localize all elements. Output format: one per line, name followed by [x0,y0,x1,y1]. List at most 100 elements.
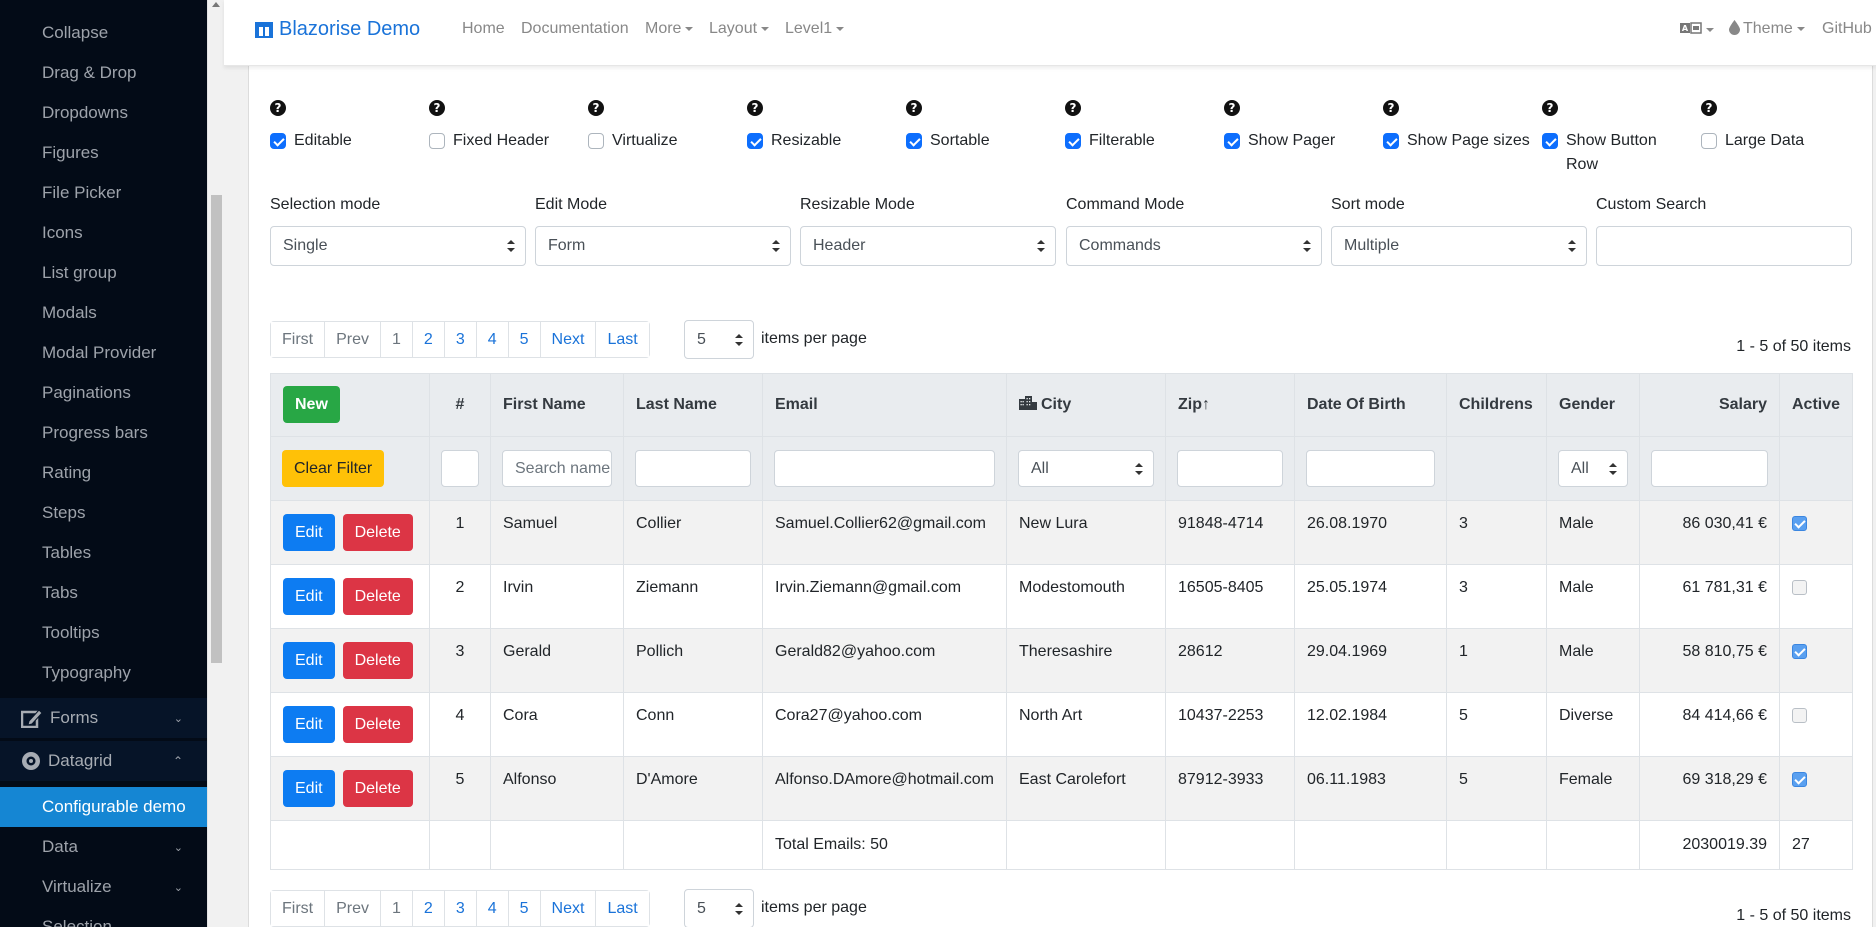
fixed-header-checkbox[interactable] [429,133,445,149]
pager-last[interactable]: Last [595,322,649,357]
pager-page-2[interactable]: 2 [411,322,444,357]
show-page-sizes-checkbox[interactable] [1383,133,1399,149]
sidebar-item-typography[interactable]: Typography [0,653,207,693]
pager-page-5[interactable]: 5 [507,891,540,926]
filter-salary-input[interactable] [1651,450,1768,487]
scrollbar-thumb[interactable] [211,195,222,663]
table-row[interactable]: Edit Delete 3 Gerald Pollich Gerald82@yahoo.c… [270,628,1853,693]
help-icon[interactable]: ? [1224,100,1240,116]
pager-page-1[interactable]: 1 [380,891,412,926]
show-pager-checkbox[interactable] [1224,133,1240,149]
delete-button[interactable]: Delete [342,770,413,807]
delete-button[interactable]: Delete [342,514,413,551]
sidebar-item-icons[interactable]: Icons [0,213,207,253]
sidebar-item-dropdowns[interactable]: Dropdowns [0,93,207,133]
pager-prev[interactable]: Prev [324,891,381,926]
sidebar-item-data[interactable]: Data ⌄ [0,827,207,867]
nav-level1[interactable]: Level1 [785,20,845,38]
sidebar-item-modals[interactable]: Modals [0,293,207,333]
sidebar-item-configurable-demo[interactable]: Configurable demo [0,787,207,827]
sidebar-group-forms[interactable]: Forms ⌄ [0,698,207,738]
pager-page-3[interactable]: 3 [443,322,476,357]
help-icon[interactable]: ? [588,100,604,116]
help-icon[interactable]: ? [270,100,286,116]
column-header-childrens[interactable]: Childrens [1446,373,1547,437]
new-button[interactable]: New [283,386,340,423]
delete-button[interactable]: Delete [342,706,413,743]
delete-button[interactable]: Delete [342,642,413,679]
clear-filter-button[interactable]: Clear Filter [282,450,385,487]
pager-prev[interactable]: Prev [324,322,381,357]
edit-button[interactable]: Edit [283,770,335,807]
edit-button[interactable]: Edit [283,514,335,551]
show-button-row-checkbox[interactable] [1542,133,1558,149]
nav-documentation[interactable]: Documentation [521,20,629,38]
sidebar-item-virtualize[interactable]: Virtualize ⌄ [0,867,207,907]
filter-zip-input[interactable] [1177,450,1283,487]
column-header-id[interactable]: # [429,373,491,437]
pager-page-5[interactable]: 5 [507,322,540,357]
edit-button[interactable]: Edit [283,706,335,743]
column-header-zip[interactable]: Zip↑ [1165,373,1295,437]
custom-search-input[interactable] [1596,226,1852,266]
theme-dropdown[interactable]: Theme [1729,20,1805,38]
filter-gender-select[interactable]: All [1558,450,1628,487]
active-checkbox[interactable] [1792,644,1807,659]
sidebar-item-collapse[interactable]: Collapse [0,13,207,53]
filter-last-name-input[interactable] [635,450,751,487]
pager-first[interactable]: First [271,891,325,926]
resizable-mode-select[interactable]: Header [800,226,1056,266]
pager-page-4[interactable]: 4 [475,322,508,357]
filter-dob-input[interactable] [1306,450,1435,487]
nav-home[interactable]: Home [462,20,505,38]
active-checkbox[interactable] [1792,708,1807,723]
sidebar-item-tooltips[interactable]: Tooltips [0,613,207,653]
column-header-date-of-birth[interactable]: Date Of Birth [1294,373,1447,437]
brand-link[interactable]: Blazorise Demo [255,18,420,41]
nav-layout[interactable]: Layout [709,20,770,38]
filter-email-input[interactable] [774,450,995,487]
column-header-city[interactable]: City [1006,373,1166,437]
filterable-checkbox[interactable] [1065,133,1081,149]
language-dropdown[interactable]: A [1680,21,1714,39]
sidebar-item-modal-provider[interactable]: Modal Provider [0,333,207,373]
table-row[interactable]: Edit Delete 4 Cora Conn Cora27@yahoo.com North… [270,692,1853,757]
sidebar-item-file-picker[interactable]: File Picker [0,173,207,213]
table-row[interactable]: Edit Delete 1 Samuel Collier Samuel.Collier62… [270,500,1853,565]
github-link[interactable]: GitHub [1822,20,1872,38]
active-checkbox[interactable] [1792,772,1807,787]
editable-checkbox[interactable] [270,133,286,149]
scroll-up-arrow-icon[interactable] [212,2,220,7]
sidebar-item-figures[interactable]: Figures [0,133,207,173]
help-icon[interactable]: ? [429,100,445,116]
sidebar-group-datagrid[interactable]: Datagrid ⌃ [0,741,207,781]
selection-mode-select[interactable]: Single [270,226,526,266]
help-icon[interactable]: ? [1542,100,1558,116]
sidebar-item-list-group[interactable]: List group [0,253,207,293]
pager-page-3[interactable]: 3 [443,891,476,926]
edit-button[interactable]: Edit [283,642,335,679]
page-size-select[interactable]: 5 [684,320,754,359]
nav-more[interactable]: More [645,20,694,38]
resizable-checkbox[interactable] [747,133,763,149]
sidebar-item-selection[interactable]: Selection ⌄ [0,907,207,927]
column-header-first-name[interactable]: First Name [490,373,624,437]
sort-mode-select[interactable]: Multiple [1331,226,1587,266]
virtualize-checkbox[interactable] [588,133,604,149]
sidebar-item-paginations[interactable]: Paginations [0,373,207,413]
pager-last[interactable]: Last [595,891,649,926]
edit-button[interactable]: Edit [283,578,335,615]
pager-next[interactable]: Next [539,322,596,357]
sidebar-item-steps[interactable]: Steps [0,493,207,533]
column-header-salary[interactable]: Salary [1639,373,1780,437]
column-header-email[interactable]: Email [762,373,1007,437]
sortable-checkbox[interactable] [906,133,922,149]
delete-button[interactable]: Delete [342,578,413,615]
pager-page-2[interactable]: 2 [411,891,444,926]
table-row[interactable]: Edit Delete 2 Irvin Ziemann Irvin.Ziemann@gma… [270,564,1853,629]
sidebar-scrollbar[interactable] [207,0,224,927]
help-icon[interactable]: ? [747,100,763,116]
sidebar-item-rating[interactable]: Rating [0,453,207,493]
pager-first[interactable]: First [271,322,325,357]
help-icon[interactable]: ? [906,100,922,116]
